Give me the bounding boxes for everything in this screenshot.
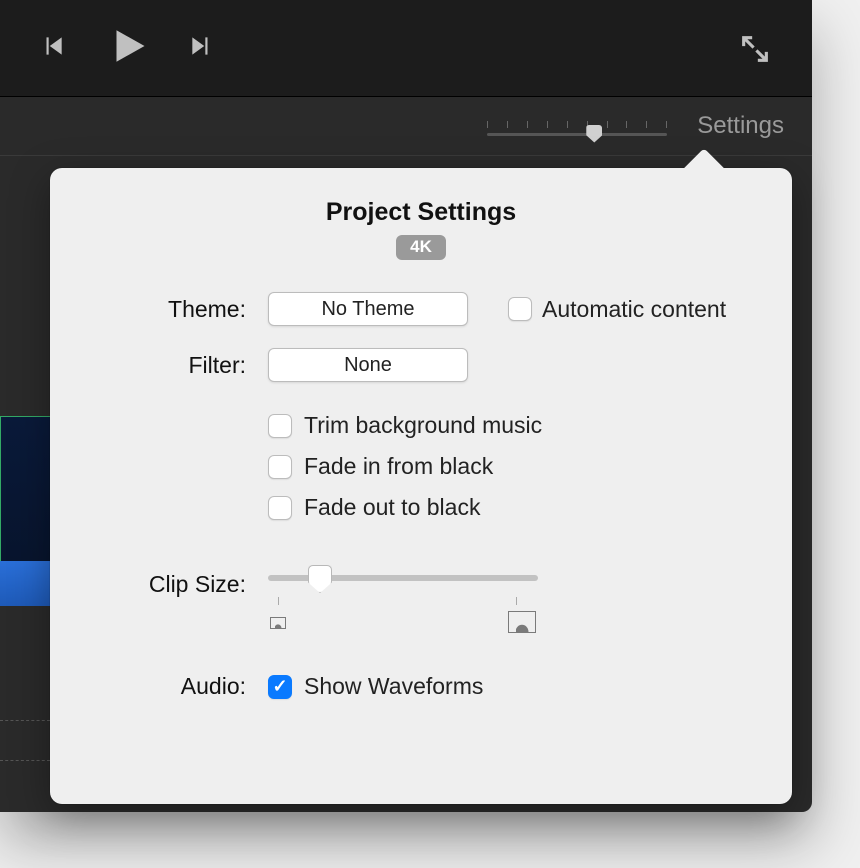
- settings-button[interactable]: Settings: [697, 112, 784, 140]
- show-waveforms-checkbox[interactable]: [268, 675, 292, 699]
- trim-bg-label: Trim background music: [304, 412, 542, 439]
- prev-icon[interactable]: [40, 33, 66, 64]
- timeline-subbar: Settings: [0, 96, 812, 156]
- next-icon[interactable]: [188, 33, 214, 64]
- clip-size-label: Clip Size:: [90, 569, 268, 598]
- theme-label: Theme:: [90, 296, 268, 323]
- automatic-content-checkbox[interactable]: [508, 297, 532, 321]
- clip-size-thumb-icon[interactable]: [308, 565, 332, 593]
- filter-label: Filter:: [90, 352, 268, 379]
- resolution-badge: 4K: [396, 235, 446, 260]
- play-icon[interactable]: [106, 25, 148, 72]
- fade-in-label: Fade in from black: [304, 453, 493, 480]
- audio-label: Audio:: [90, 673, 268, 700]
- small-thumbnail-icon: [270, 617, 286, 629]
- video-clip-audio[interactable]: [0, 561, 52, 606]
- fade-out-checkbox[interactable]: [268, 496, 292, 520]
- app-window: Settings Project Settings 4K Theme: No T…: [0, 0, 812, 812]
- zoom-thumb-icon[interactable]: [586, 125, 602, 143]
- clip-size-slider[interactable]: [268, 569, 538, 643]
- video-clip-thumbnail[interactable]: [0, 416, 52, 561]
- playback-toolbar: [0, 0, 812, 96]
- timeline-guide: [0, 720, 50, 721]
- large-thumbnail-icon: [508, 611, 536, 633]
- theme-dropdown[interactable]: No Theme: [268, 292, 468, 326]
- trim-bg-checkbox[interactable]: [268, 414, 292, 438]
- fade-in-checkbox[interactable]: [268, 455, 292, 479]
- filter-dropdown[interactable]: None: [268, 348, 468, 382]
- timeline-guide: [0, 760, 50, 761]
- automatic-content-label: Automatic content: [542, 296, 726, 323]
- popover-title: Project Settings: [90, 198, 752, 227]
- show-waveforms-label: Show Waveforms: [304, 673, 483, 700]
- timeline-zoom-slider[interactable]: [487, 125, 667, 128]
- fade-out-label: Fade out to black: [304, 494, 480, 521]
- fullscreen-icon[interactable]: [738, 32, 772, 71]
- project-settings-popover: Project Settings 4K Theme: No Theme Auto…: [50, 168, 792, 804]
